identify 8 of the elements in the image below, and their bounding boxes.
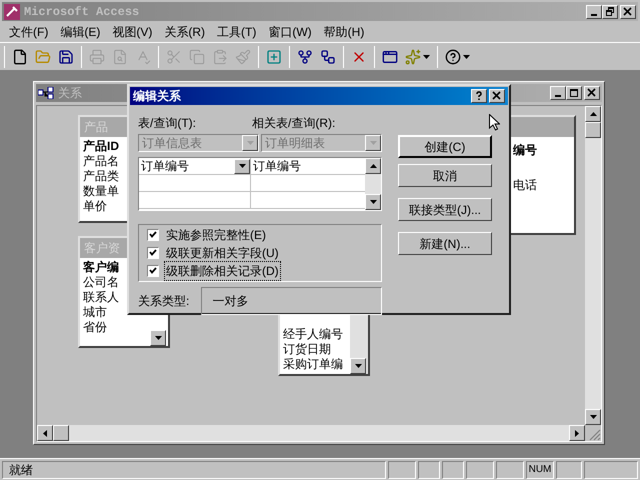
window-title: Microsoft Access bbox=[24, 4, 140, 20]
relationship-type-label: 关系类型: bbox=[138, 293, 190, 310]
related-table-label: 相关表/查询(R): bbox=[252, 115, 336, 131]
relationship-type-value: 一对多 bbox=[201, 287, 382, 315]
status-indicator: NUM bbox=[526, 460, 554, 478]
status-text: 就绪 bbox=[2, 460, 386, 478]
window-title: 关系 bbox=[58, 85, 82, 102]
dialog-title: 编辑关系 bbox=[133, 88, 182, 105]
